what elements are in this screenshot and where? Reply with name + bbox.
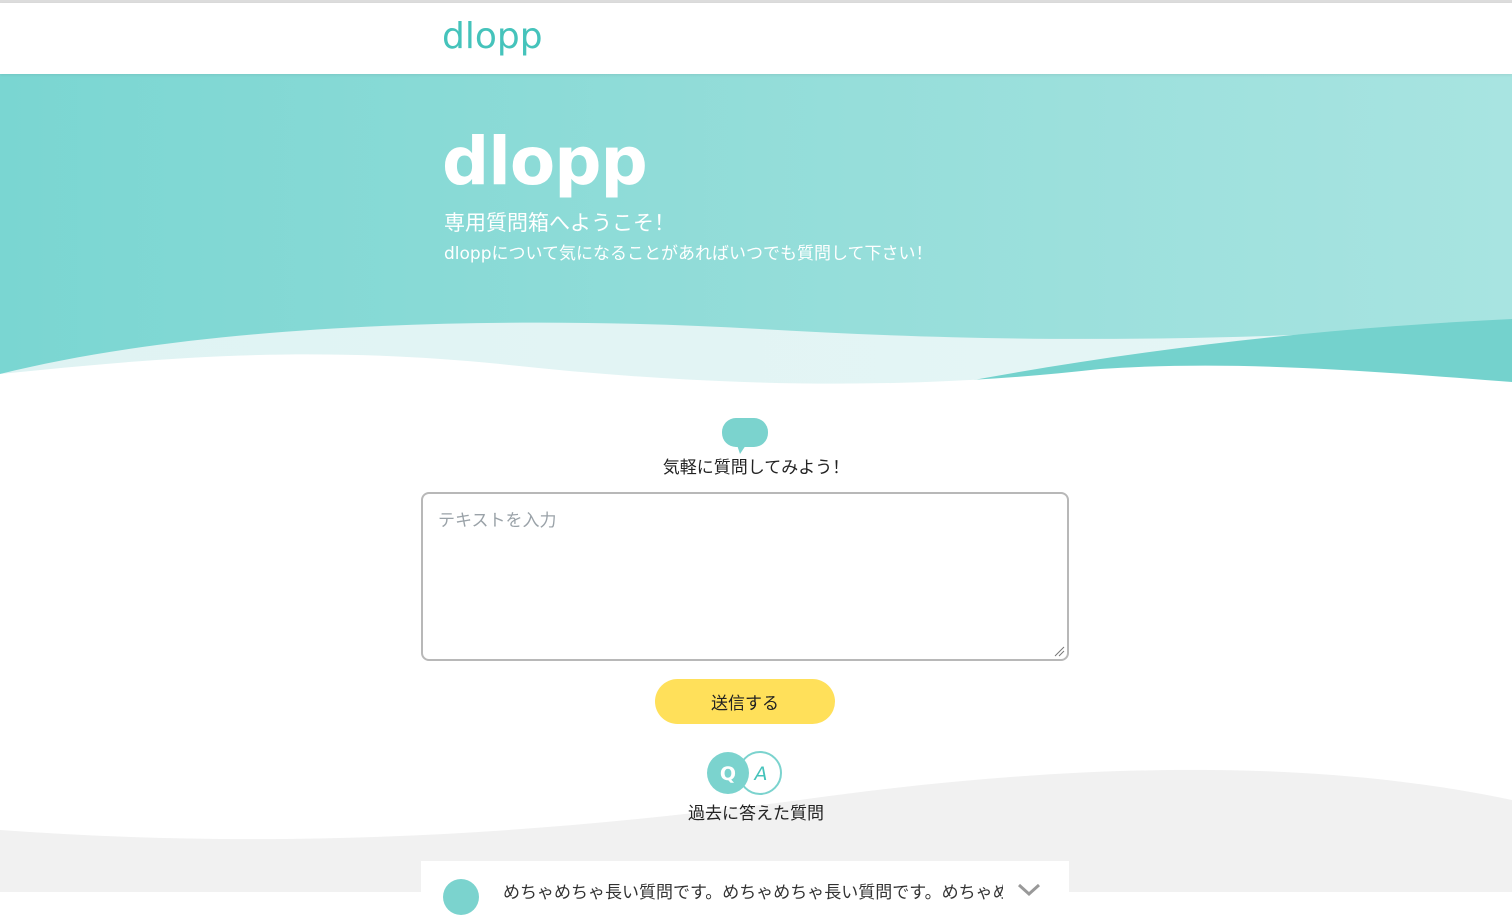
send-button[interactable]: 送信する	[655, 679, 835, 724]
qa-list-item[interactable]: めちゃめちゃ長い質問です。めちゃめちゃ長い質問です。めちゃめちゃ長い質問です。	[421, 861, 1069, 921]
speech-bubble-icon	[722, 418, 768, 454]
hero-wave-graphic	[0, 319, 1512, 394]
a-letter: A	[753, 763, 768, 785]
navbar-logo[interactable]: dlopp	[442, 13, 543, 61]
past-questions-title: 過去に答えた質問	[688, 804, 824, 824]
qa-question-text: めちゃめちゃ長い質問です。めちゃめちゃ長い質問です。めちゃめちゃ長い質問です。	[503, 883, 1003, 903]
navbar: dlopp	[0, 3, 1512, 74]
hero-subtitle: dloppについて気になることがあればいつでも質問して下さい！	[444, 244, 933, 264]
hero-banner: dlopp 専用質問箱へようこそ！ dloppについて気になることがあればいつで…	[0, 74, 1512, 394]
qa-badge-icon: Q A	[707, 751, 782, 795]
resize-grip-icon[interactable]	[1053, 645, 1065, 657]
hero-title: 専用質問箱へようこそ！	[444, 211, 675, 235]
q-letter: Q	[720, 763, 736, 785]
q-icon	[443, 879, 479, 915]
chevron-down-icon[interactable]	[1017, 883, 1041, 897]
question-input[interactable]	[421, 492, 1069, 661]
hero-logo: dlopp	[442, 123, 648, 200]
ask-prompt-label: 気軽に質問してみよう！	[662, 458, 850, 478]
